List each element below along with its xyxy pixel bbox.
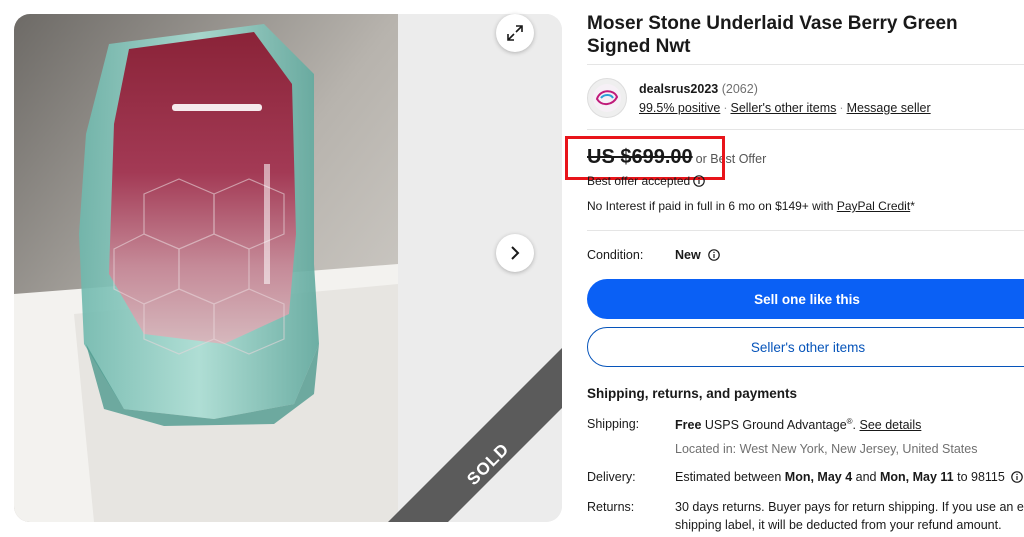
sell-one-like-this-label: Sell one like this: [754, 291, 860, 307]
info-icon[interactable]: [707, 249, 720, 261]
shipping-heading: Shipping, returns, and payments: [587, 386, 798, 401]
divider: [587, 64, 1024, 65]
seller-name[interactable]: dealsrus2023: [639, 82, 718, 96]
shipping-dot: .: [852, 418, 860, 433]
delivery-suffix: to 98115: [953, 470, 1005, 484]
sell-one-like-this-button[interactable]: Sell one like this: [587, 279, 1024, 319]
paypal-credit-link[interactable]: PayPal Credit: [837, 199, 910, 213]
shipping-service: USPS Ground Advantage: [701, 418, 847, 433]
delivery-end: Mon, May 11: [879, 470, 954, 484]
separator: ·: [723, 101, 728, 115]
delivery-value: Estimated between Mon, May 4 and Mon, Ma…: [675, 470, 1024, 484]
shipping-value: Free USPS Ground Advantage®. See details: [675, 417, 921, 432]
paypal-suffix: *: [910, 199, 915, 213]
delivery-label: Delivery:: [587, 470, 636, 484]
delivery-prefix: Estimated between: [675, 470, 785, 484]
divider: [587, 129, 1024, 130]
returns-label: Returns:: [587, 500, 635, 514]
returns-line-2: shipping label, it will be deducted from…: [675, 518, 1002, 532]
info-icon[interactable]: [693, 175, 705, 187]
image-gallery: [14, 14, 562, 522]
listing-title: Moser Stone Underlaid Vase Berry Green S…: [587, 13, 958, 57]
best-offer-accepted: Best offer accepted: [587, 174, 705, 188]
returns-line-1: 30 days returns. Buyer pays for return s…: [675, 500, 1024, 514]
seller-links: 99.5% positive · Seller's other items · Mess…: [639, 101, 931, 115]
product-photo[interactable]: [14, 14, 398, 522]
gallery-background: [398, 14, 562, 522]
next-image-button[interactable]: [496, 234, 534, 272]
item-info-panel: Moser Stone Underlaid Vase Berry Green S…: [565, 0, 1024, 537]
seller-feedback-count: (2062): [721, 82, 758, 96]
chevron-right-icon: [511, 246, 520, 260]
seller-name-line: dealsrus2023 (2062): [639, 82, 758, 96]
shipping-free: Free: [675, 418, 702, 433]
condition-value-row: New: [675, 248, 720, 262]
separator: ·: [839, 101, 844, 115]
shipping-label: Shipping:: [587, 417, 640, 431]
message-seller-link[interactable]: Message seller: [847, 101, 931, 115]
see-details-link[interactable]: See details: [860, 418, 922, 432]
seller-positive-link[interactable]: 99.5% positive: [639, 101, 720, 115]
seller-logo-icon: [593, 84, 621, 112]
expand-icon: [507, 25, 523, 41]
item-location: Located in: West New York, New Jersey, U…: [675, 442, 978, 456]
seller-avatar[interactable]: [587, 78, 627, 118]
paypal-prefix: No Interest if paid in full in 6 mo on $…: [587, 199, 837, 213]
price-row: US $699.00 or Best Offer: [565, 136, 766, 180]
info-icon[interactable]: [1011, 471, 1024, 483]
seller-other-items-link[interactable]: Seller's other items: [730, 101, 836, 115]
delivery-start: Mon, May 4: [784, 470, 853, 484]
best-offer-accepted-text: Best offer accepted: [587, 174, 691, 188]
paypal-credit-line: No Interest if paid in full in 6 mo on $…: [587, 199, 915, 213]
condition-value: New: [675, 248, 701, 262]
delivery-and: and: [852, 470, 880, 484]
expand-image-button[interactable]: [496, 14, 534, 52]
sellers-other-items-label: Seller's other items: [750, 339, 866, 355]
sellers-other-items-button[interactable]: Seller's other items: [587, 327, 1024, 367]
condition-label: Condition:: [587, 248, 644, 262]
divider: [587, 230, 1024, 231]
